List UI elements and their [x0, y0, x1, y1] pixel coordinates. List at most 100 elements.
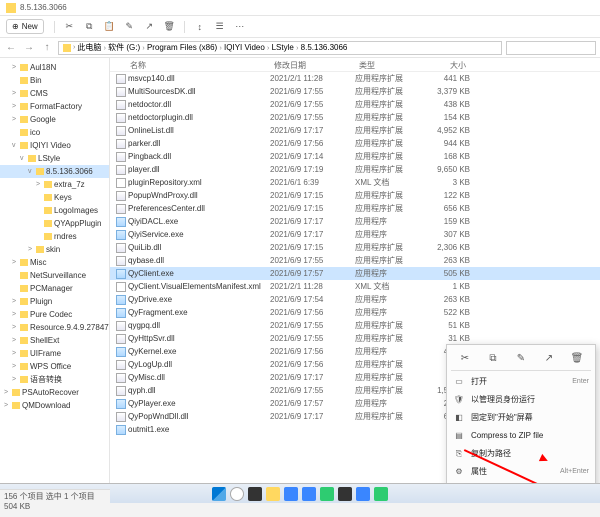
- sidebar-item[interactable]: rndres: [0, 230, 109, 243]
- sidebar-item[interactable]: >Pluign: [0, 295, 109, 308]
- sidebar-item[interactable]: >WPS Office: [0, 360, 109, 373]
- crumb[interactable]: 此电脑: [77, 43, 101, 52]
- table-row[interactable]: QyFragment.exe2021/6/9 17:56应用程序522 KB: [110, 306, 600, 319]
- task-icon[interactable]: [284, 487, 298, 501]
- sidebar-item[interactable]: vIQIYI Video: [0, 139, 109, 152]
- delete-icon[interactable]: 🗑: [164, 22, 174, 32]
- table-row[interactable]: player.dll2021/6/9 17:19应用程序扩展9,650 KB: [110, 163, 600, 176]
- start-button[interactable]: [212, 487, 226, 501]
- table-row[interactable]: pluginRepository.xml2021/6/1 6:39XML 文档3…: [110, 176, 600, 189]
- sidebar-item[interactable]: >extra_7z: [0, 178, 109, 191]
- search-icon[interactable]: [230, 487, 244, 501]
- exe-icon: [116, 425, 126, 435]
- rename-icon[interactable]: ✎: [514, 351, 528, 365]
- sidebar: >Aul18NBin>CMS>FormatFactory>GoogleicovI…: [0, 58, 110, 483]
- table-row[interactable]: qybase.dll2021/6/9 17:55应用程序扩展263 KB: [110, 254, 600, 267]
- sidebar-item[interactable]: >Resource.9.4.9.27847: [0, 321, 109, 334]
- table-row[interactable]: OnlineList.dll2021/6/9 17:17应用程序扩展4,952 …: [110, 124, 600, 137]
- new-button[interactable]: ⊕ New: [6, 19, 44, 34]
- sidebar-item[interactable]: >UIFrame: [0, 347, 109, 360]
- table-row[interactable]: parker.dll2021/6/9 17:56应用程序扩展944 KB: [110, 137, 600, 150]
- sort-icon[interactable]: ↕: [195, 22, 205, 32]
- table-row[interactable]: QyClient.VisualElementsManifest.xml2021/…: [110, 280, 600, 293]
- forward-icon[interactable]: →: [22, 41, 36, 55]
- search-input[interactable]: [506, 41, 596, 55]
- exe-icon: [116, 217, 126, 227]
- sidebar-item[interactable]: >Misc: [0, 256, 109, 269]
- table-row[interactable]: PreferencesCenter.dll2021/6/9 17:15应用程序扩…: [110, 202, 600, 215]
- table-row[interactable]: QiyiService.exe2021/6/9 17:17应用程序307 KB: [110, 228, 600, 241]
- cut-icon[interactable]: ✂: [458, 351, 472, 365]
- ctx-compress-zip[interactable]: ▤Compress to ZIP file: [447, 427, 595, 445]
- table-row[interactable]: QiyiDACL.exe2021/6/9 17:17应用程序159 KB: [110, 215, 600, 228]
- sidebar-item[interactable]: >Google: [0, 113, 109, 126]
- task-icon[interactable]: [356, 487, 370, 501]
- crumb[interactable]: Program Files (x86): [147, 43, 217, 52]
- copy-icon[interactable]: ⧉: [486, 351, 500, 365]
- share-icon[interactable]: ↗: [144, 22, 154, 32]
- window-title: 8.5.136.3066: [20, 3, 67, 12]
- sidebar-item[interactable]: >语音转换: [0, 373, 109, 386]
- sidebar-item[interactable]: v8.5.136.3066: [0, 165, 109, 178]
- table-row[interactable]: qygpq.dll2021/6/9 17:55应用程序扩展51 KB: [110, 319, 600, 332]
- crumb[interactable]: LStyle: [272, 43, 294, 52]
- ctx-properties[interactable]: ⚙属性Alt+Enter: [447, 463, 595, 481]
- table-row[interactable]: MultiSourcesDK.dll2021/6/9 17:55应用程序扩展3,…: [110, 85, 600, 98]
- task-icon[interactable]: [320, 487, 334, 501]
- table-row[interactable]: msvcp140.dll2021/2/1 11:28应用程序扩展441 KB: [110, 72, 600, 85]
- breadcrumb[interactable]: › 此电脑 › 软件 (G:) › Program Files (x86) › …: [58, 41, 502, 55]
- task-icon[interactable]: [302, 487, 316, 501]
- sidebar-item[interactable]: >Pure Codec: [0, 308, 109, 321]
- table-row[interactable]: QyClient.exe2021/6/9 17:57应用程序505 KB: [110, 267, 600, 280]
- table-row[interactable]: Pingback.dll2021/6/9 17:14应用程序扩展168 KB: [110, 150, 600, 163]
- task-icon[interactable]: [338, 487, 352, 501]
- ctx-run-admin[interactable]: 🛡以管理员身份运行: [447, 391, 595, 409]
- crumb[interactable]: IQIYI Video: [224, 43, 265, 52]
- copy-icon[interactable]: ⧉: [84, 22, 94, 32]
- view-icon[interactable]: ☰: [215, 22, 225, 32]
- file-list: 名称 修改日期 类型 大小 msvcp140.dll2021/2/1 11:28…: [110, 58, 600, 483]
- sidebar-item[interactable]: vLStyle: [0, 152, 109, 165]
- table-row[interactable]: QuiLib.dll2021/6/9 17:15应用程序扩展2,306 KB: [110, 241, 600, 254]
- sidebar-item[interactable]: PCManager: [0, 282, 109, 295]
- sidebar-item[interactable]: LogoImages: [0, 204, 109, 217]
- column-headers[interactable]: 名称 修改日期 类型 大小: [110, 58, 600, 72]
- delete-icon[interactable]: 🗑: [570, 351, 584, 365]
- exe-icon: [116, 295, 126, 305]
- explorer-icon[interactable]: [266, 487, 280, 501]
- sidebar-item[interactable]: QYAppPlugin: [0, 217, 109, 230]
- table-row[interactable]: PopupWndProxy.dll2021/6/9 17:15应用程序扩展122…: [110, 189, 600, 202]
- ctx-copy-path[interactable]: ⎘复制为路径: [447, 445, 595, 463]
- sidebar-item[interactable]: >Aul18N: [0, 61, 109, 74]
- sidebar-item[interactable]: >CMS: [0, 87, 109, 100]
- folder-icon: [20, 285, 28, 292]
- sidebar-item[interactable]: >skin: [0, 243, 109, 256]
- crumb[interactable]: 8.5.136.3066: [301, 43, 348, 52]
- up-icon[interactable]: ↑: [40, 41, 54, 55]
- share-icon[interactable]: ↗: [542, 351, 556, 365]
- toolbar: ⊕ New ✂ ⧉ 📋 ✎ ↗ 🗑 ↕ ☰ ⋯: [0, 16, 600, 38]
- sidebar-item[interactable]: ico: [0, 126, 109, 139]
- sidebar-item[interactable]: Keys: [0, 191, 109, 204]
- crumb[interactable]: 软件 (G:): [108, 43, 140, 52]
- exe-icon: [116, 269, 126, 279]
- sidebar-item[interactable]: >ShellExt: [0, 334, 109, 347]
- sidebar-item[interactable]: >QMDownload: [0, 399, 109, 412]
- paste-icon[interactable]: 📋: [104, 22, 114, 32]
- task-icon[interactable]: [374, 487, 388, 501]
- back-icon[interactable]: ←: [4, 41, 18, 55]
- rename-icon[interactable]: ✎: [124, 22, 134, 32]
- ctx-open[interactable]: ▭打开Enter: [447, 373, 595, 391]
- table-row[interactable]: netdoctor.dll2021/6/9 17:55应用程序扩展438 KB: [110, 98, 600, 111]
- task-icon[interactable]: [248, 487, 262, 501]
- sidebar-item[interactable]: >FormatFactory: [0, 100, 109, 113]
- more-icon[interactable]: ⋯: [235, 22, 245, 32]
- sidebar-item[interactable]: NetSurveillance: [0, 269, 109, 282]
- table-row[interactable]: netdoctorplugin.dll2021/6/9 17:55应用程序扩展1…: [110, 111, 600, 124]
- sidebar-item[interactable]: >PSAutoRecover: [0, 386, 109, 399]
- folder-icon: [20, 116, 28, 123]
- sidebar-item[interactable]: Bin: [0, 74, 109, 87]
- ctx-pin-start[interactable]: ◧固定到"开始"屏幕: [447, 409, 595, 427]
- table-row[interactable]: QyDrive.exe2021/6/9 17:54应用程序263 KB: [110, 293, 600, 306]
- cut-icon[interactable]: ✂: [64, 22, 74, 32]
